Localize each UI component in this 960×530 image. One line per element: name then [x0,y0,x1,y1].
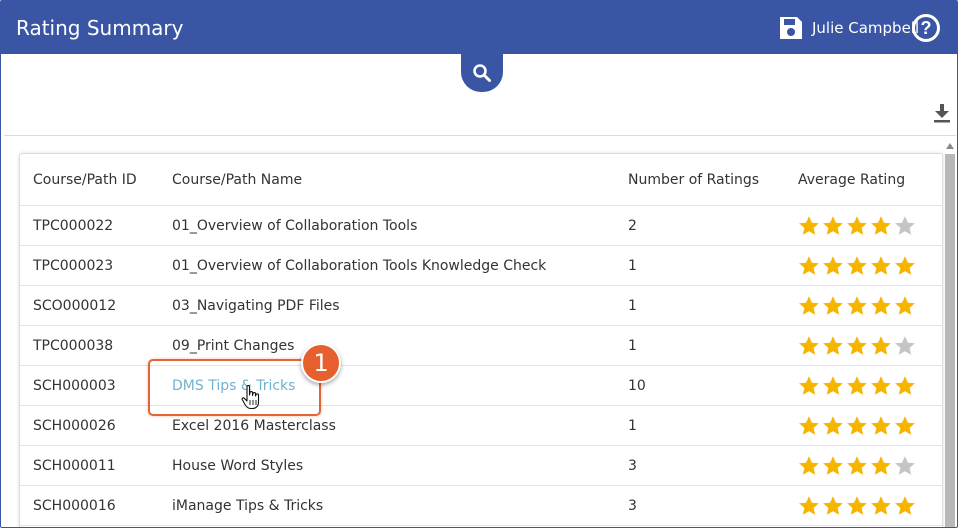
star-filled-icon [823,456,843,475]
column-header-rating[interactable]: Average Rating [798,172,905,188]
star-filled-icon [847,376,867,395]
star-filled-icon [799,376,819,395]
star-filled-icon [895,416,915,435]
star-rating [798,215,916,237]
magnifier-icon [473,64,491,82]
rating-summary-table: Course/Path ID Course/Path Name Number o… [19,153,943,527]
page-title: Rating Summary [16,16,184,40]
star-filled-icon [799,216,819,235]
rating-count: 1 [628,298,637,314]
vertical-scrollbar[interactable] [944,141,956,527]
star-filled-icon [799,256,819,275]
course-name[interactable]: 03_Navigating PDF Files [172,298,340,314]
table-row[interactable]: TPC000022 01_Overview of Collaboration T… [20,206,942,246]
star-rating [798,415,916,437]
column-header-id[interactable]: Course/Path ID [33,172,137,188]
star-filled-icon [823,296,843,315]
search-toggle-button[interactable] [461,54,503,92]
app-header: Rating Summary Julie Campbell ? [1,1,957,54]
star-filled-icon [799,336,819,355]
star-rating [798,335,916,357]
course-name[interactable]: 01_Overview of Collaboration Tools [172,218,417,234]
hand-pointer-icon [241,384,260,410]
star-rating [798,255,916,277]
star-filled-icon [847,496,867,515]
table-row[interactable]: SCO000012 03_Navigating PDF Files 1 [20,286,942,326]
star-filled-icon [847,416,867,435]
course-id: SCH000016 [33,498,116,514]
course-name[interactable]: 09_Print Changes [172,338,294,354]
star-filled-icon [871,456,891,475]
star-rating [798,295,916,317]
star-filled-icon [823,416,843,435]
star-empty-icon [895,216,915,235]
course-name[interactable]: House Word Styles [172,458,303,474]
star-filled-icon [799,496,819,515]
rating-count: 1 [628,418,637,434]
star-filled-icon [847,216,867,235]
download-icon[interactable] [933,103,951,123]
user-name[interactable]: Julie Campbell [812,19,919,37]
star-filled-icon [895,296,915,315]
star-filled-icon [799,456,819,475]
course-name[interactable]: 01_Overview of Collaboration Tools Knowl… [172,258,546,274]
rating-count: 10 [628,378,646,394]
table-header-row: Course/Path ID Course/Path Name Number o… [20,154,942,206]
star-filled-icon [847,256,867,275]
app-window: Rating Summary Julie Campbell ? Course/P… [0,0,958,528]
star-filled-icon [823,336,843,355]
star-filled-icon [799,296,819,315]
rating-count: 3 [628,458,637,474]
star-filled-icon [823,216,843,235]
callout-highlight-box [148,359,321,416]
column-header-count[interactable]: Number of Ratings [628,172,759,188]
course-id: SCO000012 [33,298,117,314]
star-filled-icon [871,416,891,435]
star-filled-icon [847,296,867,315]
rating-count: 1 [628,338,637,354]
column-header-name[interactable]: Course/Path Name [172,172,302,188]
course-id: SCH000011 [33,458,116,474]
star-filled-icon [871,216,891,235]
star-rating [798,455,916,477]
star-empty-icon [895,456,915,475]
star-filled-icon [895,496,915,515]
table-row[interactable]: SCH000016 iManage Tips & Tricks 3 [20,486,942,526]
star-rating [798,375,916,397]
star-filled-icon [895,376,915,395]
scroll-up-arrow-icon[interactable] [946,143,954,149]
star-filled-icon [871,376,891,395]
table-row[interactable]: SCH000011 House Word Styles 3 [20,446,942,486]
star-rating [798,495,916,517]
course-id: TPC000022 [33,218,114,234]
rating-count: 3 [628,498,637,514]
table-row[interactable]: TPC000023 01_Overview of Collaboration T… [20,246,942,286]
star-empty-icon [895,336,915,355]
course-name[interactable]: Excel 2016 Masterclass [172,418,336,434]
star-filled-icon [823,256,843,275]
star-filled-icon [871,256,891,275]
star-filled-icon [871,336,891,355]
scrollbar-thumb[interactable] [945,154,955,527]
floppy-disk-icon[interactable] [778,15,804,41]
star-filled-icon [847,336,867,355]
star-filled-icon [871,496,891,515]
question-circle-icon[interactable]: ? [912,14,940,42]
rating-count: 2 [628,218,637,234]
star-filled-icon [895,256,915,275]
toolbar-divider [4,135,956,136]
course-id: SCH000026 [33,418,116,434]
course-id: TPC000023 [33,258,114,274]
star-filled-icon [847,456,867,475]
course-name[interactable]: iManage Tips & Tricks [172,498,323,514]
star-filled-icon [823,376,843,395]
star-filled-icon [871,296,891,315]
star-filled-icon [823,496,843,515]
course-id: TPC000038 [33,338,114,354]
callout-step-badge: 1 [301,343,341,383]
course-id: SCH000003 [33,378,116,394]
rating-count: 1 [628,258,637,274]
star-filled-icon [799,416,819,435]
